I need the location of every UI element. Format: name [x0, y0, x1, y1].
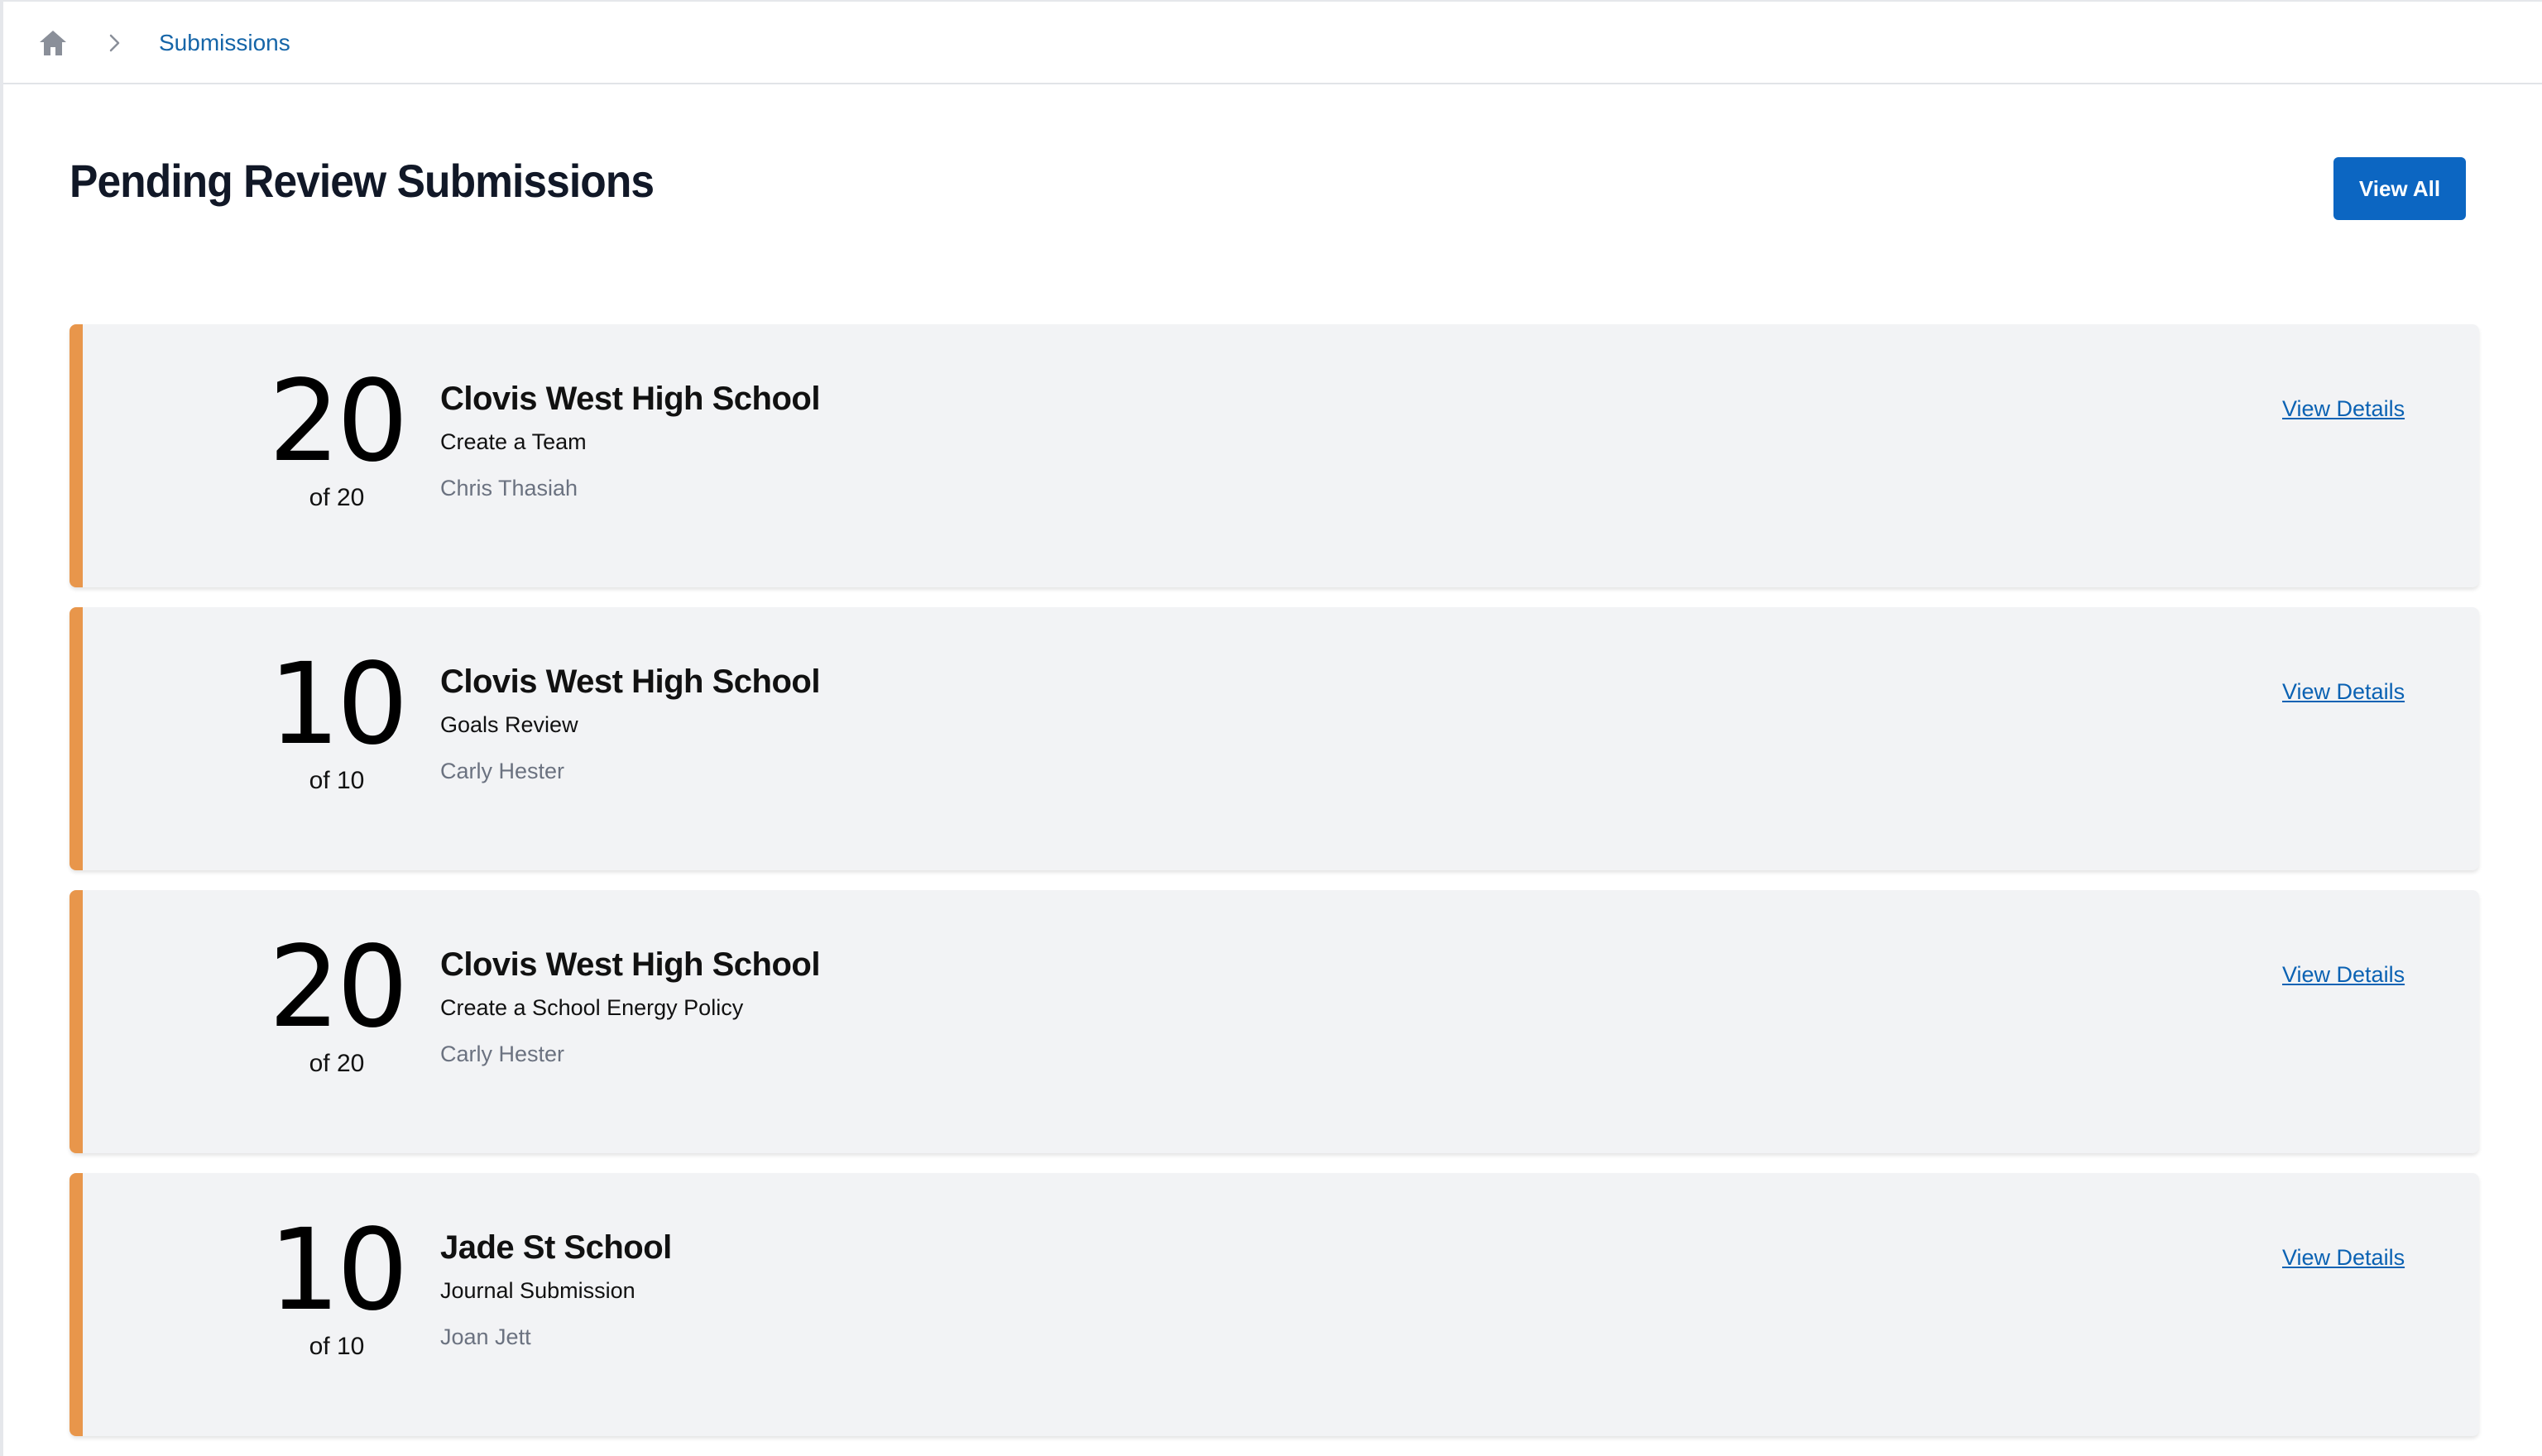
- submitter-name: Carly Hester: [440, 759, 565, 783]
- home-icon[interactable]: [36, 26, 70, 60]
- card-body: Clovis West High School Create a Team Ch…: [440, 377, 820, 503]
- submitter-name: Joan Jett: [440, 1324, 531, 1349]
- breadcrumb: Submissions: [3, 2, 2542, 84]
- card-body: Clovis West High School Create a School …: [440, 943, 820, 1069]
- school-name: Jade St School: [440, 1229, 672, 1266]
- activity-name: Journal Submission: [440, 1278, 636, 1303]
- chevron-right-icon: [106, 31, 124, 55]
- card-accent-bar: [70, 324, 83, 587]
- submission-card: 10 of 10 Clovis West High School Goals R…: [70, 607, 2479, 870]
- activity-name: Create a Team: [440, 429, 587, 454]
- school-name: Clovis West High School: [440, 663, 820, 700]
- submission-list: 20 of 20 Clovis West High School Create …: [70, 324, 2479, 1456]
- school-name: Clovis West High School: [440, 946, 820, 983]
- view-details-link[interactable]: View Details: [2282, 960, 2405, 989]
- submitter-name: Chris Thasiah: [440, 476, 578, 500]
- page-title: Pending Review Submissions: [70, 155, 655, 207]
- submitter-name: Carly Hester: [440, 1042, 565, 1066]
- view-details-link[interactable]: View Details: [2282, 1243, 2405, 1272]
- card-accent-bar: [70, 890, 83, 1153]
- activity-name: Create a School Energy Policy: [440, 995, 744, 1020]
- card-accent-bar: [70, 1173, 83, 1436]
- view-details-link[interactable]: View Details: [2282, 394, 2405, 424]
- view-details-link[interactable]: View Details: [2282, 677, 2405, 706]
- school-name: Clovis West High School: [440, 381, 820, 417]
- view-all-button[interactable]: View All: [2333, 157, 2466, 220]
- card-body: Clovis West High School Goals Review Car…: [440, 660, 820, 786]
- card-accent-bar: [70, 607, 83, 870]
- submission-card: 20 of 20 Clovis West High School Create …: [70, 324, 2479, 587]
- submission-card: 10 of 10 Jade St School Journal Submissi…: [70, 1173, 2479, 1436]
- breadcrumb-submissions-link[interactable]: Submissions: [159, 26, 290, 60]
- card-body: Jade St School Journal Submission Joan J…: [440, 1226, 672, 1352]
- activity-name: Goals Review: [440, 712, 578, 737]
- submission-card: 20 of 20 Clovis West High School Create …: [70, 890, 2479, 1153]
